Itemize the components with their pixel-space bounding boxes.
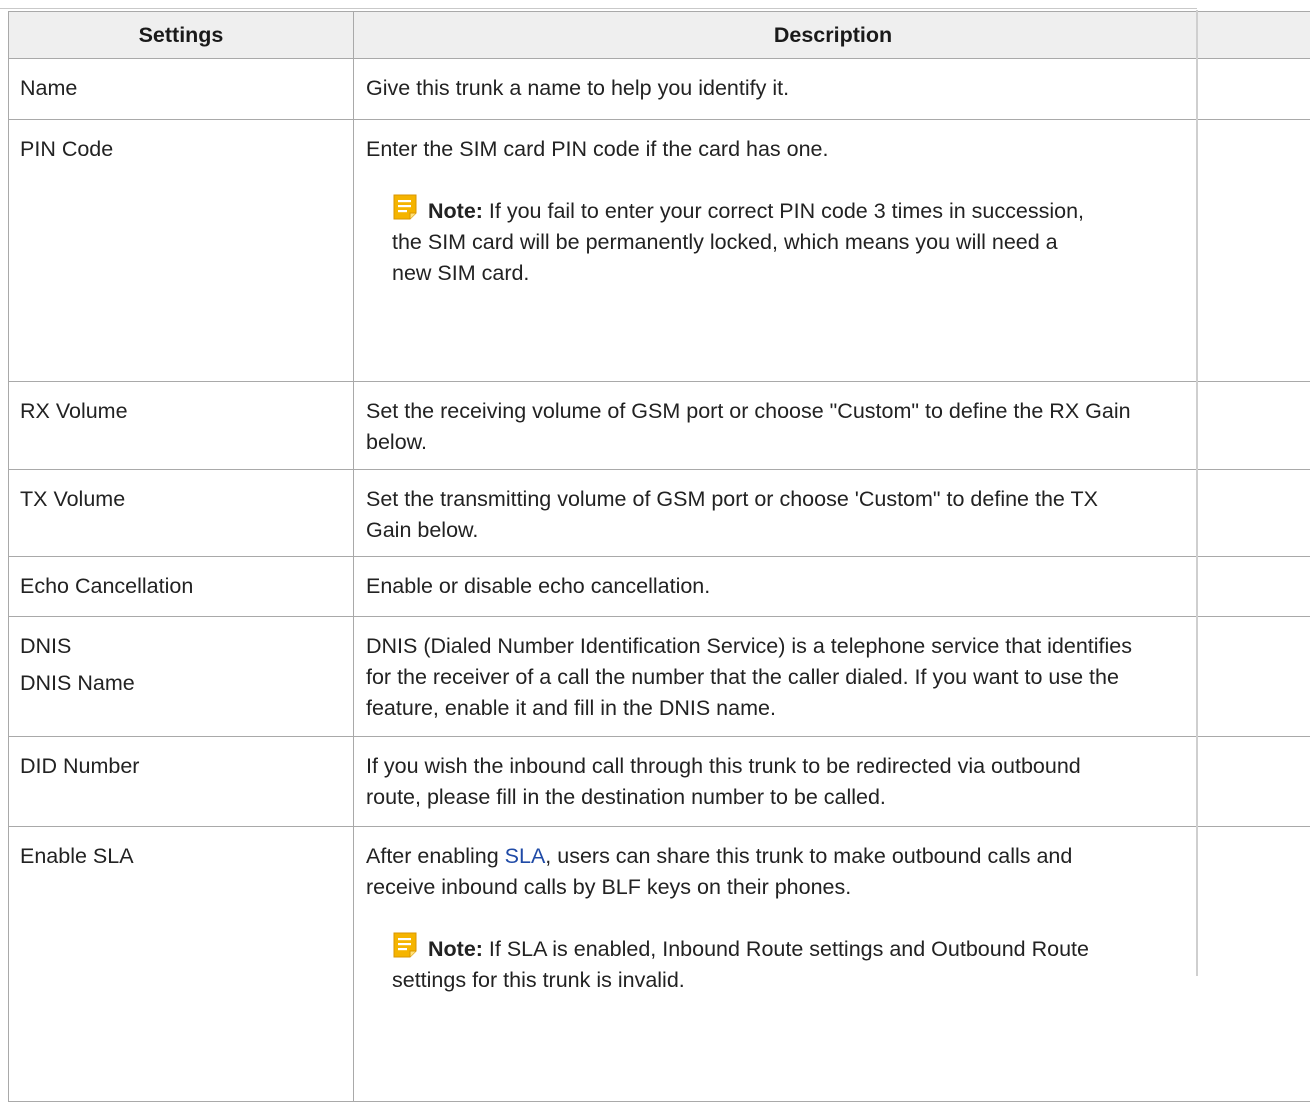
setting-name-text: DNIS Name	[20, 668, 342, 699]
setting-name: Echo Cancellation	[9, 557, 354, 617]
setting-description: Enable or disable echo cancellation.	[354, 557, 1310, 617]
note-text: the SIM card will be permanently locked,…	[392, 230, 1058, 254]
description-text: below.	[366, 430, 427, 454]
setting-name: Name	[9, 59, 354, 120]
header-settings: Settings	[9, 12, 354, 59]
setting-name-text: PIN Code	[20, 134, 342, 165]
note-icon	[392, 931, 418, 959]
description-text: After enabling	[366, 844, 505, 868]
setting-name: DID Number	[9, 737, 354, 827]
description-text: DNIS (Dialed Number Identification Servi…	[366, 634, 1132, 658]
setting-name-text: Name	[20, 73, 342, 104]
table-row: DID Number If you wish the inbound call …	[9, 737, 1310, 827]
note-text: new SIM card.	[392, 261, 529, 285]
table-row: Echo Cancellation Enable or disable echo…	[9, 557, 1310, 617]
table-row: Name Give this trunk a name to help you …	[9, 59, 1310, 120]
table-row: PIN Code Enter the SIM card PIN code if …	[9, 120, 1310, 382]
description-text: Enable or disable echo cancellation.	[366, 571, 1302, 602]
right-rule	[1196, 10, 1198, 976]
note-text: settings for this trunk is invalid.	[392, 968, 685, 992]
table-row: TX Volume Set the transmitting volume of…	[9, 470, 1310, 557]
description-text: , users can share this trunk to make out…	[545, 844, 1072, 868]
setting-description: If you wish the inbound call through thi…	[354, 737, 1310, 827]
note-label: Note:	[428, 199, 483, 223]
table-row: Enable SLA After enabling SLA, users can…	[9, 827, 1310, 1102]
setting-name: PIN Code	[9, 120, 354, 382]
note-label: Note:	[428, 937, 483, 961]
setting-description: Set the transmitting volume of GSM port …	[354, 470, 1310, 557]
table-row: DNIS DNIS Name DNIS (Dialed Number Ident…	[9, 617, 1310, 737]
description-text: Set the receiving volume of GSM port or …	[366, 399, 1131, 423]
setting-description: Give this trunk a name to help you ident…	[354, 59, 1310, 120]
setting-description: DNIS (Dialed Number Identification Servi…	[354, 617, 1310, 737]
sla-link[interactable]: SLA	[505, 844, 546, 868]
header-description: Description	[354, 12, 1310, 59]
description-text: route, please fill in the destination nu…	[366, 785, 886, 809]
table-row: RX Volume Set the receiving volume of GS…	[9, 382, 1310, 470]
setting-name: DNIS DNIS Name	[9, 617, 354, 737]
note-block: Note: If you fail to enter your correct …	[392, 193, 1302, 289]
description-text: If you wish the inbound call through thi…	[366, 754, 1081, 778]
note-block: Note: If SLA is enabled, Inbound Route s…	[392, 931, 1302, 996]
note-icon	[392, 193, 418, 221]
setting-name: TX Volume	[9, 470, 354, 557]
setting-name: RX Volume	[9, 382, 354, 470]
setting-name-text: DNIS	[20, 631, 342, 662]
setting-description: Enter the SIM card PIN code if the card …	[354, 120, 1310, 382]
description-text: receive inbound calls by BLF keys on the…	[366, 875, 851, 899]
setting-name: Enable SLA	[9, 827, 354, 1102]
setting-name-text: Echo Cancellation	[20, 571, 342, 602]
table-header-row: Settings Description	[9, 12, 1310, 59]
setting-name-text: RX Volume	[20, 396, 342, 427]
setting-description: Set the receiving volume of GSM port or …	[354, 382, 1310, 470]
description-text: Give this trunk a name to help you ident…	[366, 73, 1302, 104]
description-text: for the receiver of a call the number th…	[366, 665, 1119, 689]
setting-name-text: Enable SLA	[20, 841, 342, 872]
setting-name-text: TX Volume	[20, 484, 342, 515]
note-text: If you fail to enter your correct PIN co…	[489, 199, 1084, 223]
setting-description: After enabling SLA, users can share this…	[354, 827, 1310, 1102]
settings-table: Settings Description Name Give this trun…	[8, 11, 1310, 1102]
setting-name-text: DID Number	[20, 751, 342, 782]
description-text: Gain below.	[366, 518, 478, 542]
page-top-line	[0, 8, 1197, 9]
description-text: Enter the SIM card PIN code if the card …	[366, 134, 1302, 165]
description-text: feature, enable it and fill in the DNIS …	[366, 696, 776, 720]
note-text: If SLA is enabled, Inbound Route setting…	[489, 937, 1089, 961]
description-text: Set the transmitting volume of GSM port …	[366, 487, 1098, 511]
